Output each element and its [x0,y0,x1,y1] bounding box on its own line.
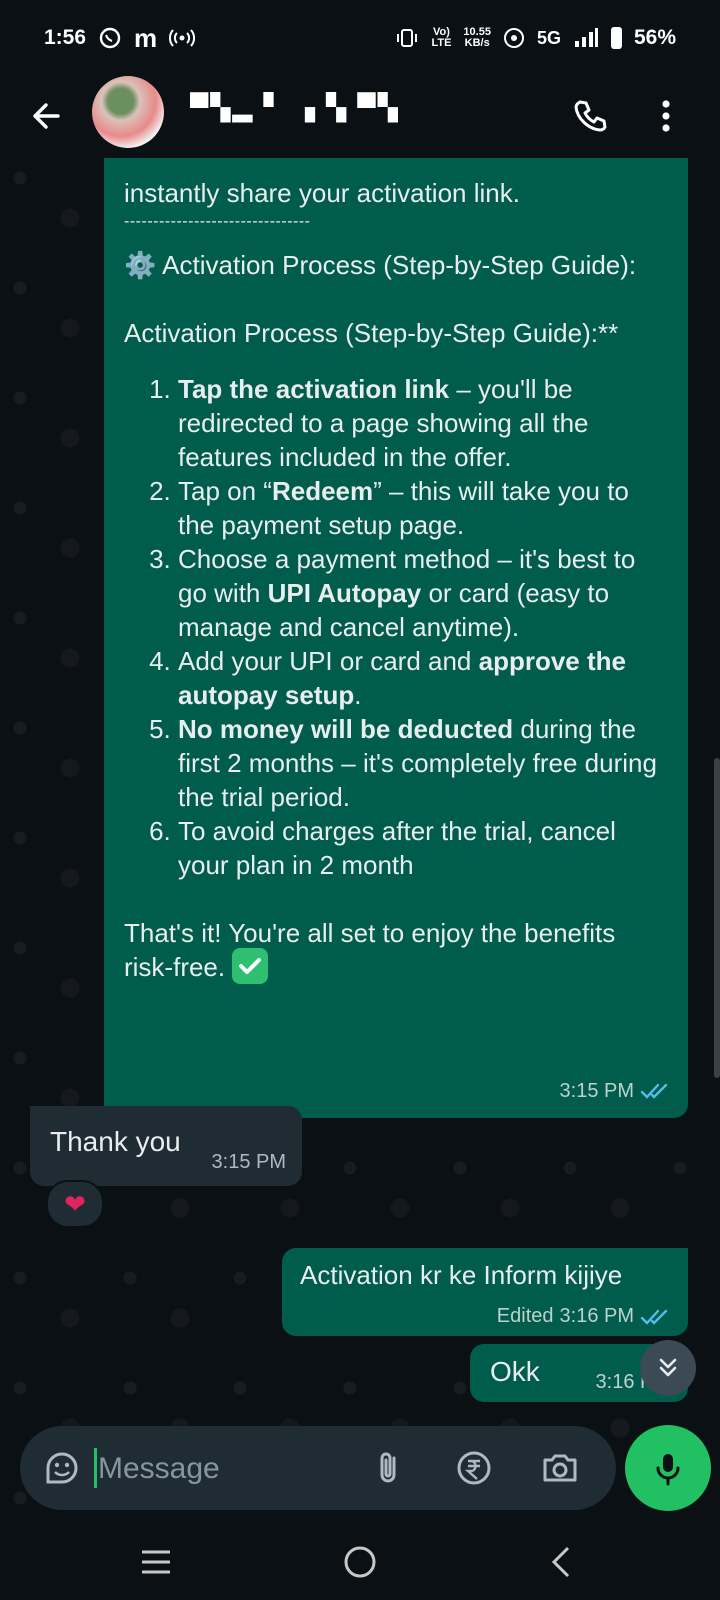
incoming-message-thank-you[interactable]: Thank you 3:15 PM [30,1106,302,1186]
attach-button[interactable] [366,1446,410,1490]
battery-percent: 56% [633,26,676,49]
outgoing-message-activation-inform[interactable]: Activation kr ke Inform kijiye Edited 3:… [282,1248,688,1336]
microphone-icon [656,1454,680,1486]
menu-lines-icon [142,1550,170,1574]
edited-label: Edited [496,1305,554,1327]
outgoing-message-activation-guide[interactable]: instantly share your activation link. --… [104,158,688,1118]
scroll-to-bottom-button[interactable] [640,1340,696,1396]
camera-icon [543,1454,577,1482]
more-options-button[interactable] [644,94,688,138]
back-button[interactable] [24,94,68,138]
message-input[interactable] [96,1446,380,1492]
call-button[interactable] [568,94,612,138]
message-meta: 3:15 PM [212,1151,286,1174]
sticker-smiley-icon [46,1452,78,1484]
step-item: To avoid charges after the trial, cancel… [178,814,666,882]
contact-avatar[interactable] [92,76,164,148]
home-circle-icon [344,1546,376,1578]
message-time: 3:15 PM [559,1080,634,1102]
payment-button[interactable] [452,1446,496,1490]
message-closing: That's it! You're all set to enjoy the b… [124,916,644,987]
message-time: 3:15 PM [211,1151,286,1173]
step-item: Tap on “Redeem” – this will take you to … [178,474,666,542]
network-type: 5G [536,27,561,48]
camera-button[interactable] [538,1446,582,1490]
system-back-button[interactable] [540,1540,584,1584]
status-bar: 1:56 m Vo) LTE 10.55 KB/s 5G 56% [0,0,720,76]
message-text: Activation kr ke Inform kijiye [300,1260,623,1290]
status-right: Vo) LTE 10.55 KB/s 5G 56% [395,26,676,50]
step-item: Tap the activation link – you'll be redi… [178,372,666,474]
message-meta: Edited 3:16 PM [497,1305,670,1328]
recents-button[interactable] [134,1540,178,1584]
wifi-calling-icon [503,28,524,48]
volte-indicator: Vo) LTE [431,26,452,49]
heart-reaction[interactable]: ❤ [46,1180,104,1228]
message-title: ⚙️ Activation Process (Step-by-Step Guid… [124,250,637,280]
step-item: Choose a payment method – it's best to g… [178,542,666,644]
contact-name[interactable]: ▀▚▂ ▘ ▗ ▚ ▀▚ [190,92,530,136]
whatsapp-notification-icon [99,27,121,49]
activation-steps-list: Tap the activation link – you'll be redi… [124,372,666,882]
voice-message-button[interactable] [625,1425,711,1511]
status-left: 1:56 m [44,22,196,54]
double-check-read-icon [640,1083,668,1099]
home-button[interactable] [338,1540,382,1584]
more-vertical-icon [662,100,670,132]
sticker-button[interactable] [40,1446,84,1490]
battery-icon [610,27,622,49]
paperclip-icon [380,1452,396,1483]
signal-icon [574,28,598,47]
message-intro: instantly share your activation link. [124,178,520,208]
message-text: Okk [490,1356,540,1387]
gear-icon: ⚙️ [124,250,157,280]
step-item: No money will be deducted during the fir… [178,712,666,814]
message-composer [20,1426,616,1510]
app-notification-icon: m [134,22,158,53]
message-title-repeat: Activation Process (Step-by-Step Guide):… [124,318,619,348]
step-item: Add your UPI or card and approve the aut… [178,644,666,712]
rupee-icon [457,1451,491,1485]
check-mark-emoji-icon [232,948,269,985]
double-check-read-icon [640,1309,668,1325]
system-navigation-bar [0,1522,720,1600]
chevron-left-icon [551,1546,570,1578]
network-speed: 10.55 KB/s [463,26,491,49]
double-chevron-down-icon [659,1358,677,1377]
vibrate-icon [397,29,418,47]
chat-header: ▀▚▂ ▘ ▗ ▚ ▀▚ [0,76,720,158]
heart-icon: ❤ [64,1188,86,1219]
message-meta: 3:15 PM [560,1074,670,1108]
message-divider: -------------------------------- [124,213,311,230]
status-time: 1:56 [44,26,87,49]
hotspot-icon [169,29,196,47]
arrow-left-icon [33,103,60,129]
phone-icon [574,100,607,132]
message-text: Thank you [50,1126,181,1157]
scrollbar[interactable] [714,758,720,1078]
message-time: 3:16 PM [559,1305,634,1327]
